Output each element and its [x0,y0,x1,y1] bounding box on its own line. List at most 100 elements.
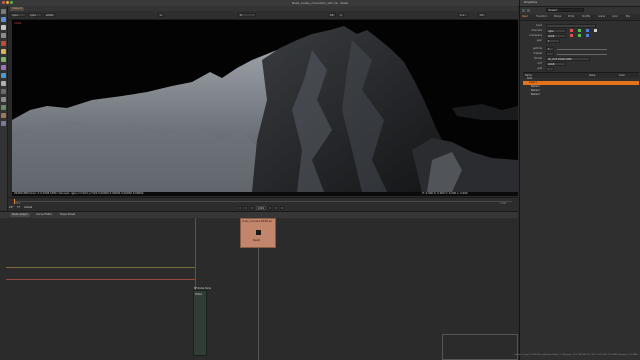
timeline-fps[interactable]: 24* [9,206,14,209]
node-read-label: Read1 [253,239,261,242]
tab-node-graph[interactable]: Node Graph [10,213,30,217]
red-channel-checkbox[interactable] [570,29,573,32]
node-write-label: Write1 [195,293,203,296]
grid-field[interactable] [546,67,554,71]
timeline[interactable]: 24* TF Global 1001 1100 1001 [8,197,518,212]
node-name-field[interactable]: Viewer1 [546,8,584,12]
property-row: channels rgba [522,29,639,33]
node-read[interactable]: lonely_mountain.####.exr Read1 [240,218,276,248]
lock-icon[interactable] [522,9,525,12]
mountain-image: 1001 [12,20,518,192]
properties-toolbar: Viewer1 [520,7,640,14]
gain-control[interactable]: f/8 [328,13,336,17]
red-checkbox[interactable] [570,34,573,37]
tab-curve-editor[interactable]: Curve Editor [34,213,54,217]
properties-panel: Properties Viewer1 Read Transform Merge … [519,0,640,360]
connection-line [6,267,196,268]
first-frame-icon[interactable] [238,206,242,210]
viewer-icon[interactable] [1,9,6,14]
play-backward-icon[interactable] [250,206,254,210]
timeline-global[interactable]: Global [24,206,32,209]
transform-icon[interactable] [1,81,6,86]
color-icon[interactable] [1,49,6,54]
viewer-canvas[interactable]: 1001 [12,20,518,192]
pixel-info-text: 2048x1080 bbox: 0 0 2048 1080 channels: … [14,192,144,195]
clear-icon[interactable] [527,9,530,12]
properties-panel-tabs: Read Transform Merge Write Shuffle Grade… [520,15,640,21]
channel-select-dropdown[interactable]: rgba [28,13,42,17]
channels-dropdown[interactable]: rgba [10,13,26,17]
status-text: Channel Count: 12/1024 Localization Mode… [513,354,638,356]
node-write[interactable]: NF Nodes Node Write1 [193,287,211,356]
tab-dope-sheet[interactable]: Dope Sheet [58,213,77,217]
panel-tab[interactable]: Merge [554,15,561,18]
property-row: gain 1 [522,39,639,43]
panel-tab[interactable]: Blur [626,15,631,18]
green-channel-checkbox[interactable] [578,29,581,32]
panel-tab[interactable]: Transform [536,15,547,18]
input-field[interactable] [546,24,596,28]
property-row: LUT sRGB [522,62,639,66]
layer-row[interactable]: Bezier3 [523,93,639,97]
gain-field[interactable]: 1 [546,39,560,43]
colorspace-dropdown[interactable]: sRGB [44,13,56,17]
input-b-dropdown[interactable]: B [238,13,256,17]
last-frame-icon[interactable] [280,206,284,210]
gamma-field[interactable]: 1 [546,47,554,51]
metadata-icon[interactable] [1,105,6,110]
format-field[interactable]: 2K_DCP 2048x1080 [546,57,590,61]
blue-checkbox[interactable] [586,34,589,37]
channel-icon[interactable] [1,41,6,46]
play-forward-icon[interactable] [268,206,272,210]
keyer-icon[interactable] [1,65,6,70]
3d-icon[interactable] [1,89,6,94]
gamma-slider[interactable] [557,49,607,50]
gamma-control[interactable]: y [338,13,344,17]
panel-tab[interactable]: Shuffle [582,15,590,18]
toolsets-icon[interactable] [1,113,6,118]
timeline-track[interactable] [14,201,512,202]
draw-icon[interactable] [1,25,6,30]
viewer-info-bar: 2048x1080 bbox: 0 0 2048 1080 channels: … [12,192,518,196]
node-write-title: NF Nodes Node [194,287,211,290]
lut-field[interactable]: sRGB [546,62,566,66]
hsv-info-text: H: 0.000 S: 0.000 V: 0.000 L: 0.000 [422,192,468,195]
cliptest-slider[interactable] [557,54,607,55]
property-row: gamma 1 [522,47,639,51]
green-checkbox[interactable] [578,34,581,37]
node-graph[interactable]: lonely_mountain.####.exr Read1 NF Nodes … [0,218,518,360]
filter-icon[interactable] [1,57,6,62]
cliptest-field[interactable] [546,52,554,56]
current-frame-field[interactable]: 1001 [256,206,266,210]
node-read-title: lonely_mountain.####.exr [242,220,273,223]
resolution-dropdown[interactable]: 2K [478,13,486,17]
zoom-dropdown[interactable]: 1:1 [458,13,468,17]
panel-tab[interactable]: Color [612,15,618,18]
timeline-start: 1001 [14,202,21,205]
properties-tab[interactable]: Properties [524,1,537,4]
next-frame-icon[interactable] [274,206,278,210]
alpha-channel-checkbox[interactable] [594,29,597,32]
input-a-dropdown[interactable]: A [158,13,164,17]
connection-line [258,248,259,360]
viewer-controls: rgba rgba sRGB A B f/8 y 1:1 2K [8,11,518,20]
panel-tab[interactable]: Read [522,15,528,18]
panel-tab[interactable]: Grade [598,15,605,18]
channels-field[interactable]: rgba [546,29,566,33]
timeline-tf[interactable]: TF [17,206,20,209]
other-icon[interactable] [1,121,6,126]
connection-line [6,279,196,280]
timeline-end: 1100 [500,202,507,205]
property-row: cliptest [522,52,639,56]
merge-icon[interactable] [1,73,6,78]
colorspace-field[interactable]: sRGB [546,34,566,38]
property-row: colorspace sRGB [522,34,639,38]
status-bar: Channel Count: 12/1024 Localization Mode… [490,353,640,360]
time-icon[interactable] [1,33,6,38]
read-icon[interactable] [1,17,6,22]
panel-tab[interactable]: Write [568,15,574,18]
prev-frame-icon[interactable] [244,206,248,210]
blue-channel-checkbox[interactable] [586,29,589,32]
property-row: format 2K_DCP 2048x1080 [522,57,639,61]
views-icon[interactable] [1,97,6,102]
